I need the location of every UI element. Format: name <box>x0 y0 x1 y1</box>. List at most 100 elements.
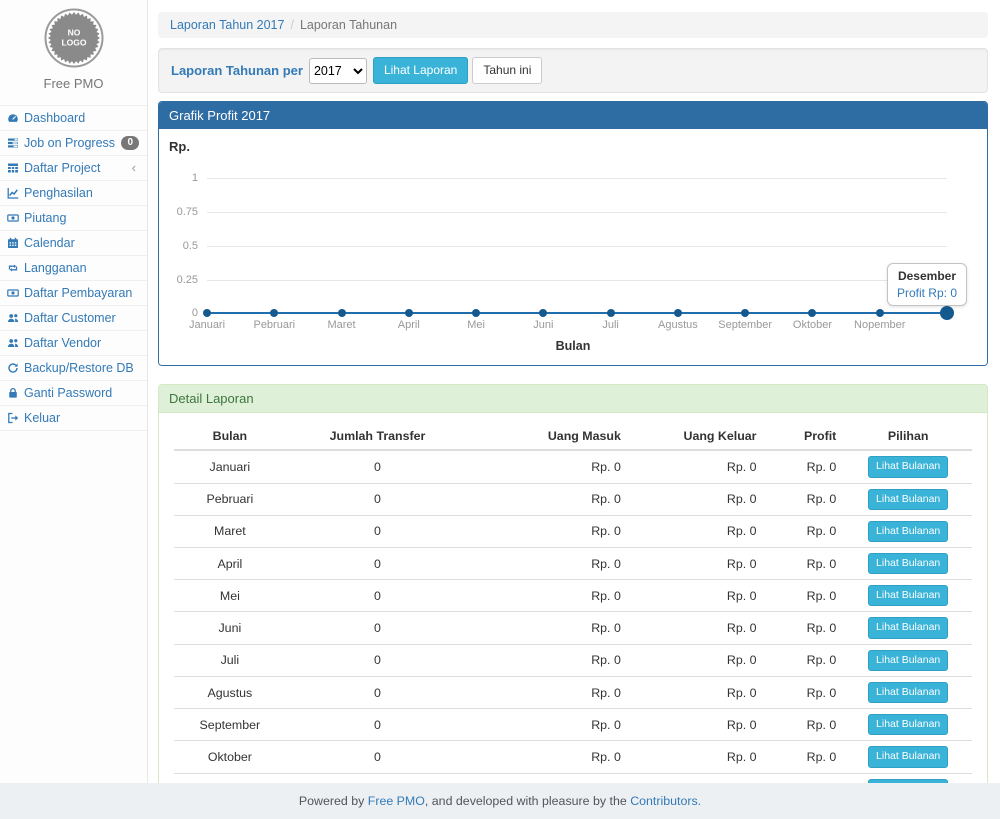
cell-bulan: Maret <box>174 515 286 547</box>
data-point-september[interactable] <box>741 309 749 317</box>
cell-masuk: Rp. 0 <box>469 548 629 580</box>
sidebar-item-langganan[interactable]: Langganan <box>0 256 147 281</box>
cell-profit: Rp. 0 <box>765 676 845 708</box>
cell-bulan: April <box>174 548 286 580</box>
cell-keluar: Rp. 0 <box>629 515 765 547</box>
users-icon <box>7 337 24 349</box>
cell-jumlah: 0 <box>286 580 470 612</box>
cell-masuk: Rp. 0 <box>469 483 629 515</box>
view-month-button-juli[interactable]: Lihat Bulanan <box>868 650 948 671</box>
cell-masuk: Rp. 0 <box>469 644 629 676</box>
x-axis-tick-label: Januari <box>189 319 225 331</box>
x-axis-tick-label: Maret <box>327 319 355 331</box>
breadcrumb-current: Laporan Tahunan <box>300 18 397 32</box>
data-point-pebruari[interactable] <box>270 309 278 317</box>
chart-y-axis-title: Rp. <box>169 139 190 154</box>
x-axis-tick-label: Nopember <box>854 319 905 331</box>
column-header-pilihan: Pilihan <box>844 423 972 450</box>
x-axis-tick-label: September <box>718 319 772 331</box>
view-month-button-maret[interactable]: Lihat Bulanan <box>868 521 948 542</box>
x-axis-tick-label: Mei <box>467 319 485 331</box>
view-month-button-mei[interactable]: Lihat Bulanan <box>868 585 948 606</box>
view-month-button-januari[interactable]: Lihat Bulanan <box>868 456 948 477</box>
tasks-icon <box>7 137 24 149</box>
sidebar-item-calendar[interactable]: Calendar <box>0 231 147 256</box>
cell-masuk: Rp. 0 <box>469 741 629 773</box>
view-report-button[interactable]: Lihat Laporan <box>373 57 468 84</box>
sidebar-item-ganti-password[interactable]: Ganti Password <box>0 381 147 406</box>
view-month-button-oktober[interactable]: Lihat Bulanan <box>868 746 948 767</box>
table-row-april: April0Rp. 0Rp. 0Rp. 0Lihat Bulanan <box>174 548 972 580</box>
cell-action: Lihat Bulanan <box>844 773 972 783</box>
sidebar-item-label: Daftar Pembayaran <box>24 286 139 300</box>
page: NOLOGO Free PMO DashboardJob on Progress… <box>0 0 1000 783</box>
sidebar-item-label: Penghasilan <box>24 186 139 200</box>
column-header-uang-keluar: Uang Keluar <box>629 423 765 450</box>
sidebar-item-piutang[interactable]: Piutang <box>0 206 147 231</box>
breadcrumb-separator: / <box>290 18 293 32</box>
sidebar-item-keluar[interactable]: Keluar <box>0 406 147 431</box>
sidebar-item-daftar-customer[interactable]: Daftar Customer <box>0 306 147 331</box>
breadcrumb-link[interactable]: Laporan Tahun 2017 <box>170 18 284 32</box>
y-axis-tick-label: 1 <box>164 172 198 184</box>
users-icon <box>7 312 24 324</box>
cell-action: Lihat Bulanan <box>844 709 972 741</box>
view-month-button-nopember[interactable]: Lihat Bulanan <box>868 779 948 783</box>
lock-icon <box>7 387 24 399</box>
view-month-button-pebruari[interactable]: Lihat Bulanan <box>868 489 948 510</box>
table-row-mei: Mei0Rp. 0Rp. 0Rp. 0Lihat Bulanan <box>174 580 972 612</box>
cell-profit: Rp. 0 <box>765 644 845 676</box>
data-point-maret[interactable] <box>338 309 346 317</box>
sidebar-item-daftar-vendor[interactable]: Daftar Vendor <box>0 331 147 356</box>
sidebar-item-label: Ganti Password <box>24 386 139 400</box>
cell-keluar: Rp. 0 <box>629 580 765 612</box>
data-point-oktober[interactable] <box>808 309 816 317</box>
data-point-januari[interactable] <box>203 309 211 317</box>
sidebar-item-daftar-project[interactable]: Daftar Project‹ <box>0 156 147 181</box>
this-year-button[interactable]: Tahun ini <box>472 57 542 84</box>
cell-action: Lihat Bulanan <box>844 450 972 483</box>
data-point-agustus[interactable] <box>674 309 682 317</box>
chart-panel-title: Grafik Profit 2017 <box>159 102 987 129</box>
data-point-mei[interactable] <box>472 309 480 317</box>
sidebar-item-label: Job on Progress <box>24 136 121 150</box>
data-point-april[interactable] <box>405 309 413 317</box>
cell-bulan: Januari <box>174 450 286 483</box>
sidebar-menu: DashboardJob on Progress0Daftar Project‹… <box>0 105 147 431</box>
cell-bulan: Juli <box>174 644 286 676</box>
cell-keluar: Rp. 0 <box>629 450 765 483</box>
sidebar-item-label: Backup/Restore DB <box>24 361 139 375</box>
chevron-left-icon: ‹ <box>132 163 139 173</box>
cell-action: Lihat Bulanan <box>844 483 972 515</box>
view-month-button-september[interactable]: Lihat Bulanan <box>868 714 948 735</box>
sidebar-item-label: Daftar Customer <box>24 311 139 325</box>
sidebar-item-daftar-pembayaran[interactable]: Daftar Pembayaran <box>0 281 147 306</box>
money-icon <box>7 287 24 299</box>
sidebar-item-dashboard[interactable]: Dashboard <box>0 106 147 131</box>
data-point-juli[interactable] <box>607 309 615 317</box>
view-month-button-april[interactable]: Lihat Bulanan <box>868 553 948 574</box>
filter-label: Laporan Tahunan per <box>171 63 303 78</box>
data-point-juni[interactable] <box>539 309 547 317</box>
column-header-profit: Profit <box>765 423 845 450</box>
svg-text:NO: NO <box>67 28 80 38</box>
sidebar-item-job-on-progress[interactable]: Job on Progress0 <box>0 131 147 156</box>
sidebar-item-backup-restore-db[interactable]: Backup/Restore DB <box>0 356 147 381</box>
view-month-button-agustus[interactable]: Lihat Bulanan <box>868 682 948 703</box>
chart-plot: 10.750.50.250 <box>207 178 947 313</box>
x-axis-tick-label: Juni <box>533 319 553 331</box>
data-point-nopember[interactable] <box>876 309 884 317</box>
sidebar-item-label: Daftar Vendor <box>24 336 139 350</box>
footer-link-contributors[interactable]: Contributors. <box>630 794 701 808</box>
footer-link-freepmo[interactable]: Free PMO <box>368 794 425 808</box>
sidebar: NOLOGO Free PMO DashboardJob on Progress… <box>0 0 148 783</box>
data-point-desember[interactable] <box>940 306 954 320</box>
x-axis-tick-label: April <box>398 319 420 331</box>
year-select[interactable]: 2017 <box>309 58 367 84</box>
view-month-button-juni[interactable]: Lihat Bulanan <box>868 617 948 638</box>
cell-action: Lihat Bulanan <box>844 612 972 644</box>
sidebar-item-label: Langganan <box>24 261 139 275</box>
sidebar-item-penghasilan[interactable]: Penghasilan <box>0 181 147 206</box>
report-filter-bar: Laporan Tahunan per 2017 Lihat Laporan T… <box>158 48 988 93</box>
cell-jumlah: 0 <box>286 483 470 515</box>
